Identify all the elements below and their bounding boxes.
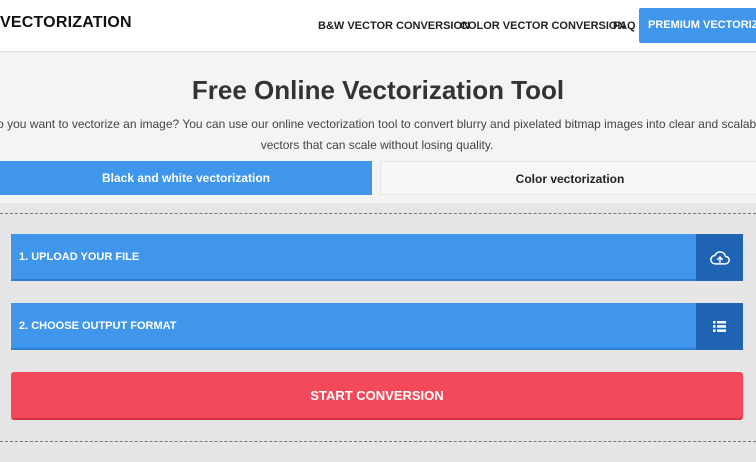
start-conversion-button[interactable]: START CONVERSION	[11, 372, 743, 420]
page-description: Do you want to vectorize an image? You c…	[0, 117, 756, 152]
cloud-upload-icon-svg	[709, 250, 730, 265]
nav-color-vector-conversion[interactable]: COLOR VECTOR CONVERSION	[460, 20, 625, 32]
conversion-panel: 1. UPLOAD YOUR FILE 2. CHOOSE OUTPUT FOR…	[0, 203, 756, 462]
list-icon[interactable]	[696, 303, 743, 350]
upload-file-step[interactable]: 1. UPLOAD YOUR FILE	[11, 234, 743, 281]
nav-bw-vector-conversion[interactable]: B&W VECTOR CONVERSION	[318, 20, 470, 32]
tab-color-vectorization[interactable]: Color vectorization	[380, 161, 756, 195]
page-title: Free Online Vectorization Tool	[191, 75, 565, 105]
upload-file-label: 1. UPLOAD YOUR FILE	[19, 251, 140, 263]
choose-output-format-label: 2. CHOOSE OUTPUT FORMAT	[19, 320, 177, 332]
list-icon-svg	[713, 321, 726, 332]
nav-premium-vectorization[interactable]: PREMIUM VECTORIZATION	[639, 8, 756, 43]
choose-output-format-step[interactable]: 2. CHOOSE OUTPUT FORMAT	[11, 303, 743, 350]
nav-faq[interactable]: FAQ	[613, 20, 636, 32]
tab-black-and-white-vectorization[interactable]: Black and white vectorization	[0, 161, 372, 195]
cloud-upload-icon[interactable]	[696, 234, 743, 281]
site-logo[interactable]: VECTORIZATION	[0, 14, 132, 32]
top-divider	[0, 213, 756, 214]
site-header: VECTORIZATION B&W VECTOR CONVERSION COLO…	[0, 0, 756, 52]
bottom-divider	[0, 441, 756, 442]
